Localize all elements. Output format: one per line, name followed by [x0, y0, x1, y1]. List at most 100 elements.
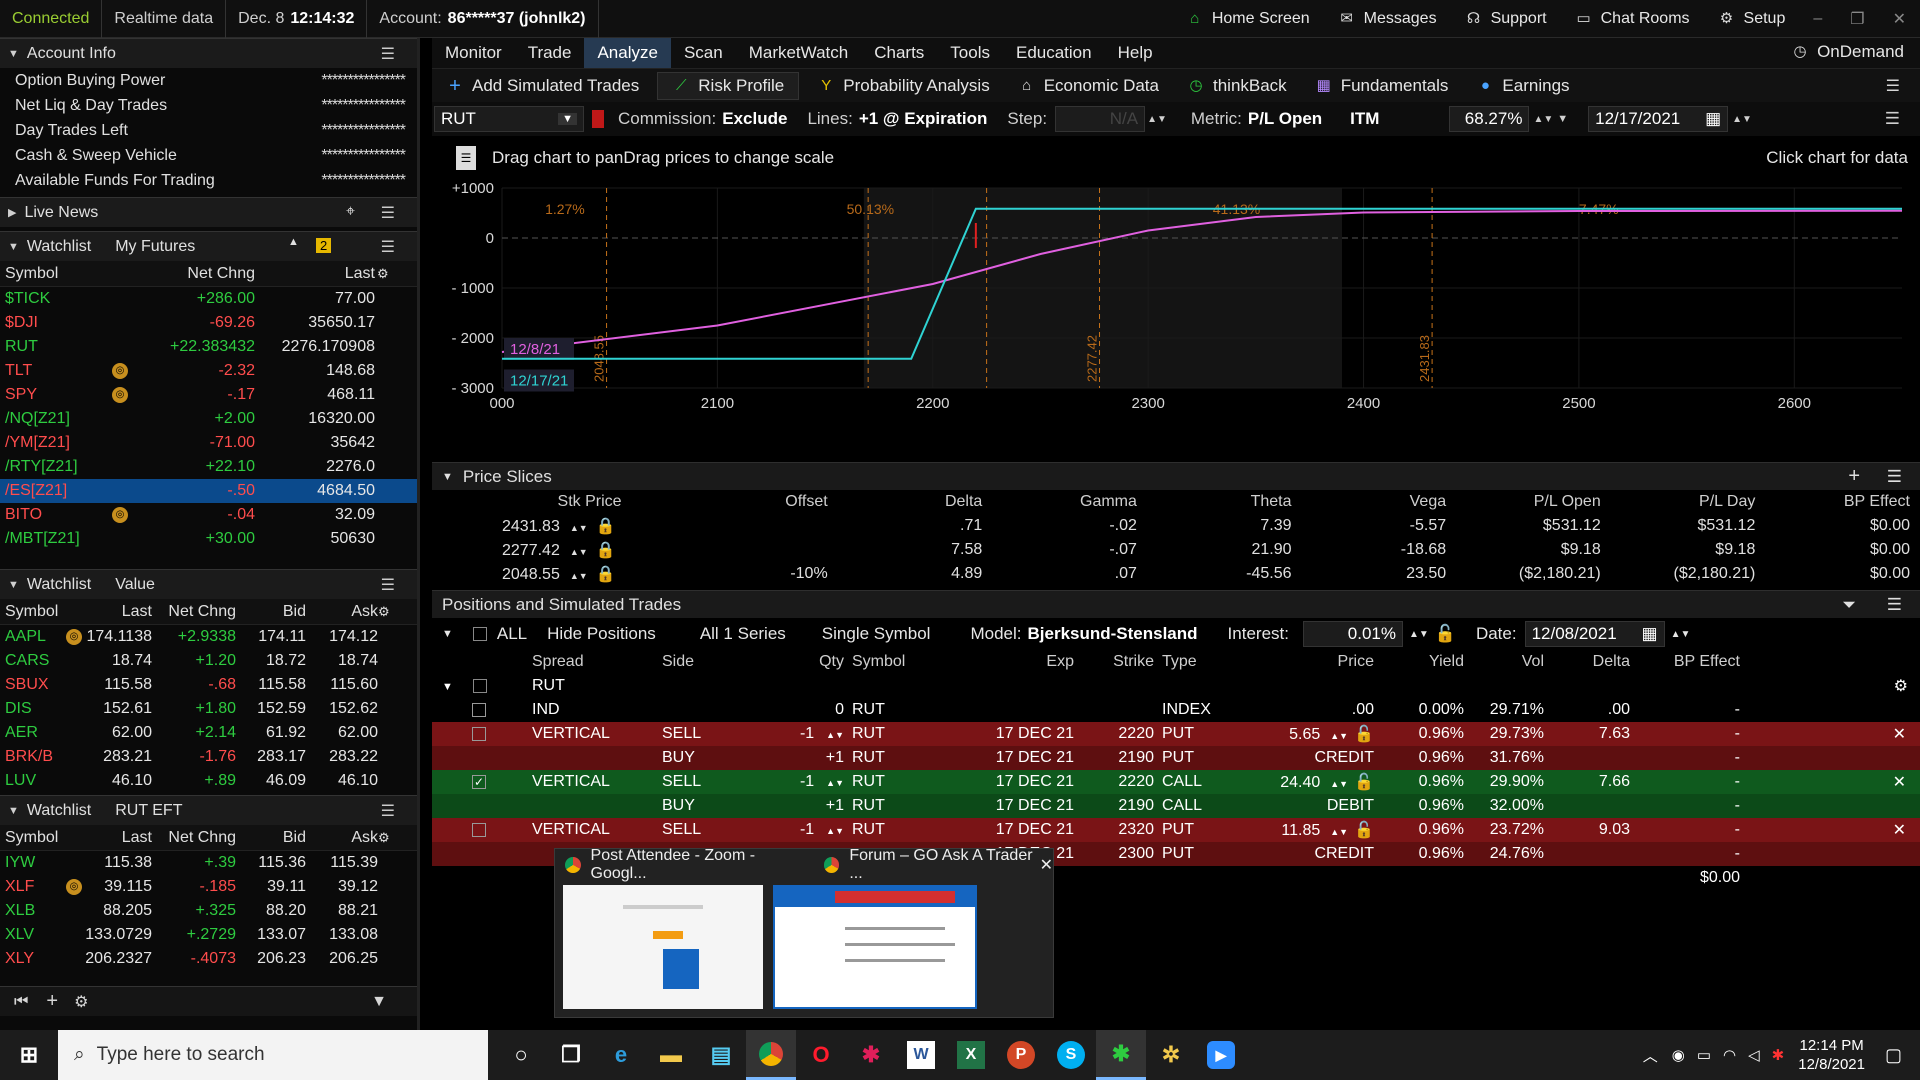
word-icon[interactable]: W — [907, 1041, 935, 1069]
messages-button[interactable]: ✉ Messages — [1324, 0, 1451, 38]
exp-cell[interactable]: 17 DEC 21 — [996, 725, 1074, 742]
home-screen-button[interactable]: ⌂ Home Screen — [1172, 0, 1324, 38]
col-net-change[interactable]: Net Chng — [130, 265, 255, 283]
spinner-icon[interactable]: ▲▼ — [1671, 629, 1691, 640]
watchlist-row[interactable]: AAPL 174.1138 +2.9338 174.11 174.12 ◎ — [0, 625, 417, 649]
menu-icon[interactable]: ☰ — [381, 801, 395, 821]
collapse-icon[interactable]: ▼ — [8, 579, 19, 591]
menu-icon[interactable]: ☰ — [1887, 595, 1902, 615]
interest-input[interactable]: 0.01% — [1302, 621, 1403, 647]
stock-price-cell[interactable]: 2277.42 — [502, 542, 560, 559]
pl-chart-svg[interactable]: +1000 0 - 1000 - 2000 - 3000000 2100 2200 2300 2… — [432, 178, 1920, 468]
offset-cell[interactable] — [632, 514, 838, 538]
lock-icon[interactable]: 🔒 — [596, 518, 616, 535]
watchlist-row[interactable]: $DJI -69.26 35650.17 — [0, 311, 417, 335]
realtime-status[interactable]: Realtime data — [102, 0, 227, 38]
watchlist-row[interactable]: /MBT[Z21] +30.00 50630 — [0, 527, 417, 551]
menu-analyze[interactable]: Analyze — [584, 38, 671, 68]
exp-cell[interactable]: 17 DEC 21 — [996, 773, 1074, 790]
file-explorer-icon[interactable]: ▬ — [646, 1030, 696, 1080]
strike-cell[interactable]: 2300 — [1118, 845, 1154, 862]
add-simulated-trades-button[interactable]: + Add Simulated Trades — [432, 69, 653, 103]
menu-charts[interactable]: Charts — [861, 38, 937, 68]
col-net-change[interactable]: Net Chng — [152, 829, 236, 847]
event-badge-icon[interactable]: ◎ — [66, 629, 82, 645]
settings-icon[interactable]: ⚙ — [378, 604, 390, 620]
thinkorswim-icon[interactable]: ✱ — [1096, 1030, 1146, 1080]
price-slice-row[interactable]: 2048.55 ▲▼ 🔒 -10% 4.89 .07 -45.56 23.50 ($2,180.… — [432, 562, 1920, 586]
metric-value[interactable]: P/L Open — [1248, 109, 1322, 129]
row-checkbox[interactable] — [472, 822, 486, 837]
col-header[interactable]: Side — [658, 650, 748, 674]
spinner-icon[interactable]: ▲▼ — [1330, 779, 1348, 789]
watchlist-row[interactable]: IYW 115.38 +.39 115.36 115.39 — [0, 851, 417, 875]
positions-header[interactable]: Positions and Simulated Trades ⏷ ☰ — [432, 590, 1920, 618]
watchlist-row[interactable]: CARS 18.74 +1.20 18.72 18.74 — [0, 649, 417, 673]
close-button[interactable]: ✕ — [1879, 0, 1920, 38]
stock-price-cell[interactable]: 2431.83 — [502, 518, 560, 535]
collapse-icon[interactable]: ▼ — [442, 471, 453, 483]
taskbar-clock[interactable]: 12:14 PM 12/8/2021 — [1798, 1036, 1865, 1074]
event-badge-icon[interactable]: ◎ — [66, 879, 82, 895]
col-header[interactable]: Theta — [1147, 490, 1302, 514]
fundamentals-tab[interactable]: ▦ Fundamentals — [1301, 69, 1463, 103]
event-badge-icon[interactable]: ◎ — [112, 507, 128, 523]
watchlist-row[interactable]: AER 62.00 +2.14 61.92 62.00 — [0, 721, 417, 745]
chrome-taskbar-icon[interactable] — [746, 1030, 796, 1080]
lock-icon[interactable]: 🔒 — [596, 542, 616, 559]
battery-icon[interactable]: ▭ — [1697, 1046, 1711, 1064]
spinner-icon[interactable]: ▲▼ — [1330, 827, 1348, 837]
tray-app-icon[interactable]: ◉ — [1672, 1046, 1685, 1064]
collapse-icon[interactable]: ⏷ — [1842, 595, 1856, 615]
col-header[interactable]: BP Effect — [1765, 490, 1920, 514]
lock-icon[interactable]: 🔓 — [1435, 624, 1456, 644]
cortana-icon[interactable]: ○ — [496, 1030, 546, 1080]
col-header[interactable]: Strike — [1078, 650, 1158, 674]
exp-cell[interactable]: 17 DEC 21 — [996, 821, 1074, 838]
strike-cell[interactable]: 2190 — [1118, 749, 1154, 766]
watchlist-row[interactable]: XLV 133.0729 +.2729 133.07 133.08 — [0, 923, 417, 947]
zoom-icon[interactable]: ▶ — [1207, 1041, 1235, 1069]
col-header[interactable]: Delta — [1548, 650, 1634, 674]
col-symbol[interactable]: Symbol — [0, 265, 130, 283]
col-bid[interactable]: Bid — [236, 603, 306, 621]
select-all-checkbox[interactable] — [472, 627, 487, 641]
type-cell[interactable]: PUT — [1162, 821, 1194, 838]
windows-start-icon[interactable]: ⊞ — [0, 1030, 58, 1080]
notifications-icon[interactable]: ▢ — [1885, 1045, 1902, 1066]
col-header[interactable]: Exp — [958, 650, 1078, 674]
qty-cell[interactable]: -1 — [800, 725, 814, 742]
excel-icon[interactable]: X — [957, 1041, 985, 1069]
type-cell[interactable]: PUT — [1162, 845, 1194, 862]
model-value[interactable]: Bjerksund-Stensland — [1028, 624, 1198, 644]
maximize-button[interactable]: ❐ — [1836, 0, 1878, 38]
spinner-icon[interactable]: ▲▼ — [1330, 731, 1348, 741]
menu-marketwatch[interactable]: MarketWatch — [736, 38, 862, 68]
col-header[interactable]: Yield — [1378, 650, 1468, 674]
chart-settings-icon[interactable]: ☰ — [456, 146, 476, 170]
lock-icon[interactable]: 🔓 — [1354, 726, 1374, 743]
dropdown-icon[interactable]: ▼ — [558, 113, 577, 125]
add-slice-icon[interactable]: + — [1848, 465, 1860, 488]
row-checkbox[interactable] — [472, 702, 486, 717]
menu-icon[interactable]: ☰ — [381, 203, 395, 223]
event-badge-icon[interactable]: ◎ — [112, 387, 128, 403]
menu-icon[interactable]: ☰ — [381, 44, 395, 64]
watchlist-row[interactable]: /RTY[Z21] +22.10 2276.0 — [0, 455, 417, 479]
watchlist-row[interactable]: SBUX 115.58 -.68 115.58 115.60 — [0, 673, 417, 697]
col-symbol[interactable]: Symbol — [0, 603, 70, 621]
side-cell[interactable]: SELL — [662, 725, 701, 742]
qty-cell[interactable]: -1 — [800, 773, 814, 790]
skype-icon[interactable]: S — [1057, 1041, 1085, 1069]
type-cell[interactable]: PUT — [1162, 725, 1194, 742]
lock-icon[interactable]: 🔓 — [1354, 774, 1374, 791]
watchlist-row[interactable]: TLT -2.32 148.68 ◎ — [0, 359, 417, 383]
type-cell[interactable]: PUT — [1162, 749, 1194, 766]
exp-cell[interactable]: 17 DEC 21 — [996, 749, 1074, 766]
col-header[interactable]: P/L Day — [1611, 490, 1766, 514]
all-filter[interactable]: ALL — [497, 624, 527, 644]
expand-icon[interactable]: ▶ — [8, 206, 16, 219]
type-cell[interactable]: CALL — [1162, 797, 1202, 814]
thinkback-tab[interactable]: ◷ thinkBack — [1173, 69, 1301, 103]
collapse-icon[interactable]: ▼ — [442, 628, 453, 640]
